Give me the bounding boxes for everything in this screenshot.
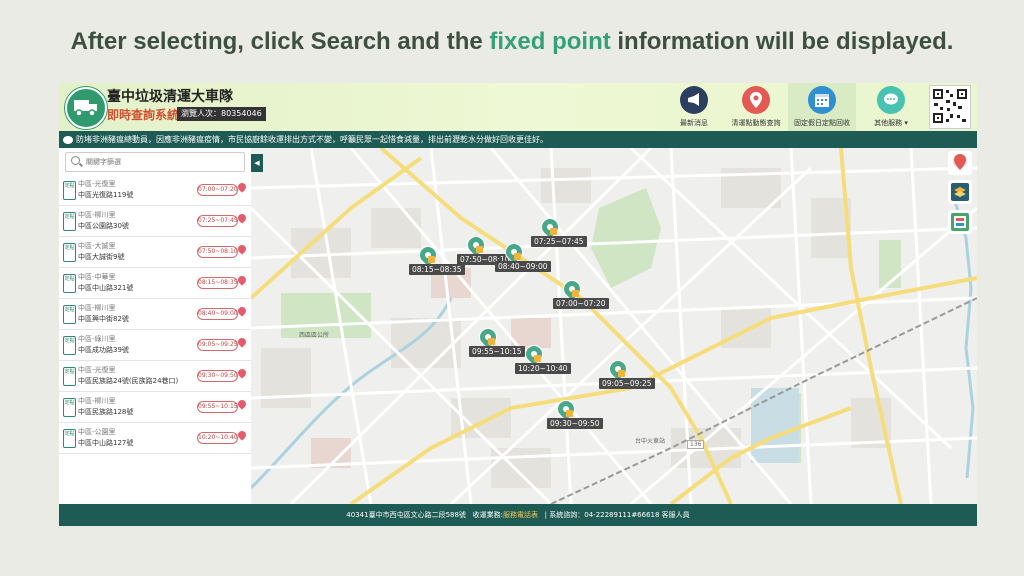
marker-time-label: 09:55~10:15 [469,346,525,357]
map-tiles [251,148,977,504]
marker-time-label: 07:25~07:45 [531,236,587,247]
map-legend-icon[interactable] [948,210,972,234]
list-item[interactable]: 定點 中區-大誠里 中區大誠街9號 07:50~08:10 [59,237,251,268]
time-badge: 09:05~09:25 [197,339,238,351]
fixed-point-list: 定點 中區-光復里 中區光復路119號 07:00~07:20 定點 中區-柳川里 中區公… [59,175,251,454]
collapse-panel-button[interactable]: ◀ [251,154,263,172]
time-badge: 08:40~09:00 [197,308,238,320]
map-pin-icon[interactable] [236,367,248,379]
marker-time-label: 09:30~09:50 [547,418,603,429]
list-item[interactable]: 定點 中區-光復里 中區民族路24號(民族路24巷口) 09:30~09:50 [59,361,251,392]
map-pin-icon[interactable] [236,305,248,317]
nav-fixed-point-holiday[interactable]: 固定假日定點回收 [788,83,856,131]
list-item[interactable]: 定點 中區-中華里 中區中山路321號 08:15~08:35 [59,268,251,299]
map-label-station: 台中火車站 [635,438,666,445]
fixed-point-list-panel: 定點中區-光復里中區光復路119號07:00~07:20 定點中區-柳川里中區公… [59,148,252,504]
time-badge: 07:50~08:10 [197,246,238,258]
calendar-icon [808,86,836,114]
trash-icon [618,370,625,377]
nav-other-services[interactable]: 其他服務 ▾ [859,83,923,131]
service-phone-link[interactable]: 服務電話表 [503,511,538,519]
map-view[interactable]: 西區區公所 台中火車站 136 07:25~07:45 08:15~08:35 … [251,148,977,504]
map-pin-icon[interactable] [236,398,248,410]
garbage-truck-logo-icon[interactable] [65,87,107,129]
map-pin-icon[interactable] [236,212,248,224]
map-label-road: 136 [687,440,705,449]
trash-icon [534,355,541,362]
site-title: 臺中垃圾清運大車隊 [107,89,233,105]
marker-time-label: 09:05~09:25 [599,378,655,389]
footer-bar: 40341臺中市西屯區文心路二段588號 收運業務:服務電話表 | 系統諮詢：0… [59,504,977,526]
time-badge: 10:20~10:40 [197,432,238,444]
list-item[interactable]: 定點 中區-柳川里 中區公園路30號 07:25~07:45 [59,206,251,237]
marker-time-label: 08:40~09:00 [495,261,551,272]
nav-news[interactable]: 最新消息 [662,83,726,131]
trash-icon [550,228,557,235]
map-pin-icon[interactable] [236,181,248,193]
map-pin-icon[interactable] [236,336,248,348]
list-item[interactable]: 定點 中區-柳川里 中區民族路128號 09:55~10:15 [59,392,251,423]
megaphone-icon [680,86,708,114]
time-badge: 07:00~07:20 [197,184,238,196]
map-pin-icon[interactable] [236,274,248,286]
page-headline: After selecting, click Search and the fi… [70,28,954,55]
map-label-park: 西區區公所 [299,332,330,339]
nav-dynamic-query[interactable]: 清運點動態查詢 [724,83,788,131]
location-pin-icon [742,86,770,114]
list-item[interactable]: 定點 中區-公園里 中區中山路127號 10:20~10:40 [59,423,251,454]
locate-icon[interactable] [948,151,972,175]
keyword-filter[interactable] [65,152,245,172]
layers-icon[interactable] [948,180,972,204]
search-input[interactable] [84,154,238,170]
time-badge: 09:55~10:15 [197,401,238,413]
list-item[interactable]: 定點 中區-柳川里 中區興中街82號 08:40~09:00 [59,299,251,330]
trash-icon [572,290,579,297]
marker-time-label: 08:15~08:35 [409,264,465,275]
trash-icon [476,246,483,253]
trash-icon [488,338,495,345]
marker-time-label: 07:00~07:20 [553,298,609,309]
trash-icon [566,410,573,417]
announcement-ticker: 防堵非洲豬瘟總動員，因應非洲豬瘟疫情，市民協廚餘收運排出方式不變，呼籲民眾一起惜… [59,131,977,148]
list-item[interactable]: 定點 中區-光復里 中區光復路119號 07:00~07:20 [59,175,251,206]
search-icon [71,156,80,165]
app-screenshot: 臺中垃圾清運大車隊 即時查詢系統 瀏覽人次：80354046 最新消息 清運點動… [59,83,977,526]
time-badge: 07:25~07:45 [197,215,238,227]
trash-icon [428,256,435,263]
list-item[interactable]: 定點 中區-綠川里 中區成功路39號 09:05~09:25 [59,330,251,361]
time-badge: 09:30~09:50 [197,370,238,382]
qr-code-icon [929,85,971,129]
map-pin-icon[interactable] [236,429,248,441]
chat-bubble-icon [877,86,905,114]
site-subtitle: 即時查詢系統 [107,108,180,122]
visit-counter: 瀏覽人次：80354046 [177,107,266,121]
chat-icon [63,135,73,144]
time-badge: 08:15~08:35 [197,277,238,289]
header-bar: 臺中垃圾清運大車隊 即時查詢系統 瀏覽人次：80354046 最新消息 清運點動… [59,83,977,131]
trash-icon [514,253,521,260]
marker-time-label: 10:20~10:40 [515,363,571,374]
map-pin-icon[interactable] [236,243,248,255]
